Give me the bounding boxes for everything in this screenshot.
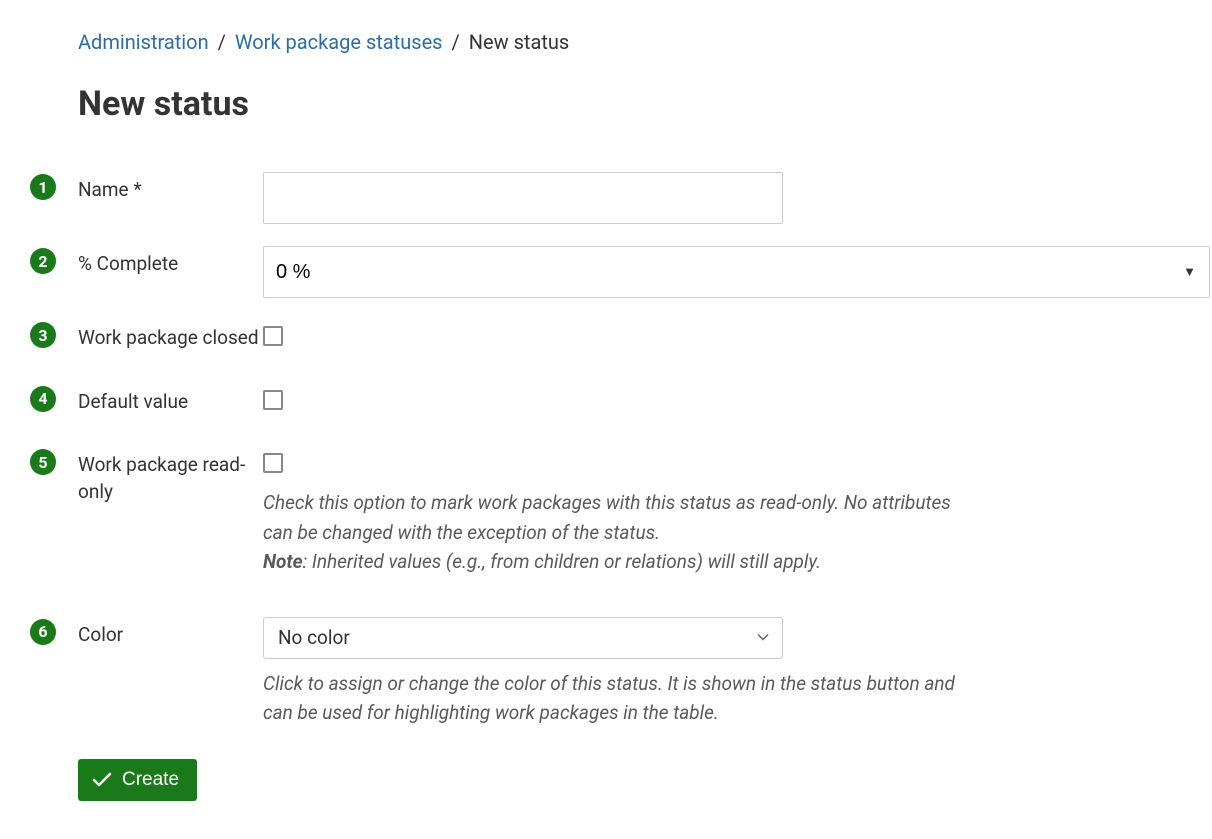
create-button-label: Create <box>122 769 179 791</box>
field-label-name: Name * <box>78 172 263 204</box>
field-label-default-value: Default value <box>78 384 263 416</box>
field-number-badge: 3 <box>30 322 56 348</box>
form-row-wp-readonly: 5 Work package read-only Check this opti… <box>30 447 1210 576</box>
field-label-wp-closed: Work package closed <box>78 320 263 352</box>
color-select[interactable]: No color <box>263 617 783 659</box>
note-text: : Inherited values (e.g., from children … <box>303 550 821 573</box>
create-button[interactable]: Create <box>78 759 197 801</box>
help-text-line: Check this option to mark work packages … <box>263 491 951 543</box>
breadcrumb-link-administration[interactable]: Administration <box>78 30 209 54</box>
field-number-badge: 5 <box>30 449 56 475</box>
color-select-value: No color <box>278 626 350 649</box>
form-row-wp-closed: 3 Work package closed <box>30 320 1210 352</box>
field-label-color: Color <box>78 617 263 649</box>
name-input[interactable] <box>263 172 783 224</box>
check-icon <box>92 772 112 788</box>
field-number-badge: 1 <box>30 174 56 200</box>
wp-readonly-checkbox[interactable] <box>263 453 283 473</box>
wp-closed-checkbox[interactable] <box>263 326 283 346</box>
percent-complete-select[interactable]: 0 % <box>263 246 1210 298</box>
field-number-badge: 4 <box>30 386 56 412</box>
form-row-color: 6 Color No color Click to assign or chan… <box>30 617 1210 728</box>
wp-readonly-help: Check this option to mark work packages … <box>263 488 983 576</box>
breadcrumb-link-work-package-statuses[interactable]: Work package statuses <box>235 30 443 54</box>
help-text-line: Click to assign or change the color of t… <box>263 672 955 724</box>
breadcrumb-current: New status <box>469 30 570 54</box>
note-label: Note <box>263 550 303 573</box>
form-row-percent-complete: 2 % Complete 0 % ▼ <box>30 246 1210 298</box>
color-help: Click to assign or change the color of t… <box>263 669 983 728</box>
form-row-default-value: 4 Default value <box>30 384 1210 416</box>
field-number-badge: 2 <box>30 248 56 274</box>
default-value-checkbox[interactable] <box>263 390 283 410</box>
field-number-badge: 6 <box>30 619 56 645</box>
breadcrumb-separator: / <box>451 30 459 54</box>
breadcrumb: Administration / Work package statuses /… <box>78 30 1210 54</box>
form-row-name: 1 Name * <box>30 172 1210 224</box>
breadcrumb-separator: / <box>218 30 226 54</box>
field-label-wp-readonly: Work package read-only <box>78 447 263 505</box>
field-label-percent-complete: % Complete <box>78 246 263 278</box>
page-title: New status <box>78 84 1210 124</box>
